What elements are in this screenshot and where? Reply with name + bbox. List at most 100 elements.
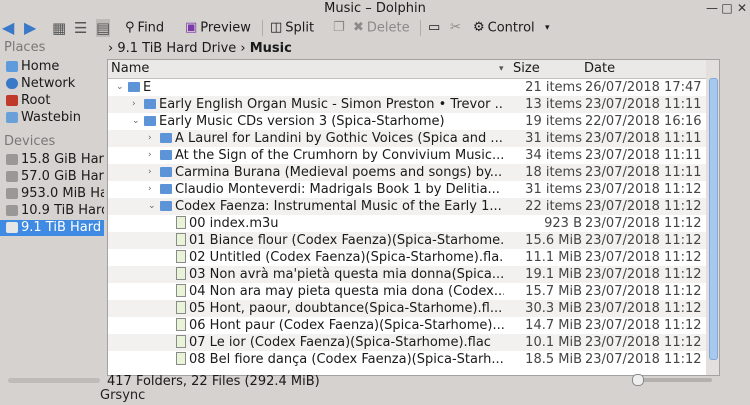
row-date: 23/07/2018 11:12 (585, 335, 702, 350)
breadcrumb-item-parent[interactable]: 9.1 TiB Hard Drive (117, 41, 236, 56)
column-size[interactable]: Size (513, 60, 540, 78)
folder-row[interactable]: ⌄ E 21 items 26/07/2018 17:47 (108, 79, 706, 96)
sidebar-item-device[interactable]: 953.0 MiB Ha (0, 186, 104, 202)
close-button[interactable]: ✕ (734, 1, 750, 16)
sidebar-item-label: 15.8 GiB Har (21, 152, 104, 167)
split-icon: ◫ (270, 20, 283, 35)
taskbar-app[interactable]: Grsync (100, 388, 145, 403)
file-row[interactable]: 06 Hont paur (Codex Faenza)(Spica-Starho… (108, 317, 706, 334)
find-label: Find (137, 20, 165, 36)
find-button[interactable]: ⚲ Find (125, 19, 164, 37)
delete-button[interactable]: ✖ Delete (353, 19, 410, 37)
zoom-slider-knob[interactable] (632, 374, 644, 386)
file-row[interactable]: 08 Bel fiore dança (Codex Faenza)(Spica-… (108, 351, 706, 368)
row-date: 23/07/2018 11:12 (585, 199, 702, 214)
wastebin-icon (6, 112, 18, 123)
audio-file-icon (176, 284, 186, 297)
details-view-icon[interactable]: ▤ (96, 19, 111, 37)
row-name-text: Carmina Burana (Medieval poems and songs… (175, 165, 503, 180)
row-name-text: 06 Hont paur (Codex Faenza)(Spica-Starho… (189, 318, 504, 333)
sort-chevron-icon[interactable]: ▾ (499, 60, 504, 78)
expand-chevron-icon[interactable]: › (148, 130, 152, 147)
split-button[interactable]: ◫ Split (270, 19, 314, 37)
expand-chevron-icon[interactable]: › (148, 147, 152, 164)
row-date: 22/07/2018 16:16 (585, 114, 702, 129)
back-arrow-icon[interactable]: ◀ (2, 19, 14, 37)
file-row[interactable]: 05 Hont, paour, doubtance(Spica-Starhome… (108, 300, 706, 317)
sidebar-item-root[interactable]: Root (0, 93, 104, 109)
row-name-text: 02 Untitled (Codex Faenza)(Spica-Starhom… (189, 250, 504, 265)
sidebar-item-network[interactable]: Network (0, 76, 104, 92)
row-size: 21 items (525, 80, 582, 95)
collapse-chevron-icon[interactable]: ⌄ (116, 79, 124, 96)
chevron-down-icon[interactable]: ▾ (545, 19, 550, 37)
row-name-text: 05 Hont, paour, doubtance(Spica-Starhome… (189, 301, 503, 316)
row-name: Claudio Monteverdi: Madrigals Book 1 by … (160, 181, 504, 198)
file-row[interactable]: 01 Biance flour (Codex Faenza)(Spica-Sta… (108, 232, 706, 249)
scrollbar-thumb[interactable] (709, 78, 718, 360)
forward-arrow-icon[interactable]: ▶ (24, 19, 36, 37)
row-date: 23/07/2018 11:12 (585, 318, 702, 333)
control-button[interactable]: ⚙ Control (473, 19, 535, 37)
folder-icon (160, 201, 172, 211)
file-row[interactable]: 00 index.m3u 923 B 23/07/2018 11:12 (108, 215, 706, 232)
zoom-slider[interactable] (632, 374, 712, 386)
column-date[interactable]: Date (584, 60, 615, 78)
expand-chevron-icon[interactable]: › (132, 96, 136, 113)
sidebar-item-wastebin[interactable]: Wastebin (0, 110, 104, 126)
row-name-text: 07 Le ior (Codex Faenza)(Spica-Starhome)… (189, 335, 491, 350)
row-name: 00 index.m3u (176, 215, 504, 232)
network-icon (6, 78, 18, 89)
minimize-button[interactable]: — (704, 1, 720, 16)
audio-file-icon (176, 216, 186, 229)
folder-row[interactable]: › A Laurel for Landini by Gothic Voices (… (108, 130, 706, 147)
row-size: 923 B (544, 216, 582, 231)
vertical-scrollbar[interactable] (706, 60, 719, 375)
file-row[interactable]: 04 Non ara may pieta questa mia dona (Co… (108, 283, 706, 300)
row-date: 23/07/2018 11:11 (585, 165, 702, 180)
copy-icon[interactable]: ❐ (333, 19, 345, 37)
expand-chevron-icon[interactable]: › (148, 181, 152, 198)
row-name-text: 04 Non ara may pieta questa mia dona (Co… (189, 284, 504, 299)
collapse-chevron-icon[interactable]: ⌄ (132, 113, 140, 130)
compact-view-icon[interactable]: ☰ (74, 19, 87, 37)
paste-icon[interactable]: ▭ (428, 19, 440, 37)
window-title: Music – Dolphin (324, 1, 426, 16)
collapse-chevron-icon[interactable]: ⌄ (148, 198, 156, 215)
folder-icon (144, 99, 156, 109)
expand-chevron-icon[interactable]: › (148, 164, 152, 181)
row-name-text: 08 Bel fiore dança (Codex Faenza)(Spica-… (189, 352, 504, 367)
file-row[interactable]: 03 Non avrà ma'pietà questa mia donna(Sp… (108, 266, 706, 283)
file-row[interactable]: 02 Untitled (Codex Faenza)(Spica-Starhom… (108, 249, 706, 266)
breadcrumb-item-current[interactable]: Music (250, 41, 292, 56)
sidebar-item-device[interactable]: 57.0 GiB Har (0, 169, 104, 185)
folder-row[interactable]: › Claudio Monteverdi: Madrigals Book 1 by… (108, 181, 706, 198)
sidebar-item-label: 953.0 MiB Ha (21, 186, 104, 201)
hard-drive-icon (6, 154, 18, 165)
file-row[interactable]: 07 Le ior (Codex Faenza)(Spica-Starhome)… (108, 334, 706, 351)
sidebar-item-label: 10.9 TiB Hard (21, 203, 104, 218)
folder-row[interactable]: › Early English Organ Music - Simon Prest… (108, 96, 706, 113)
row-size: 30.3 MiB (525, 301, 582, 316)
row-date: 23/07/2018 11:12 (585, 352, 702, 367)
column-name[interactable]: Name (111, 60, 149, 78)
folder-row[interactable]: ⌄ Early Music CDs version 3 (Spica-Starho… (108, 113, 706, 130)
preview-button[interactable]: ▣ Preview (185, 19, 251, 37)
cut-icon[interactable]: ✂ (450, 19, 461, 37)
icons-view-icon[interactable]: ▦ (52, 19, 66, 37)
folder-icon (144, 116, 156, 126)
folder-row[interactable]: ⌄ Codex Faenza: Instrumental Music of the… (108, 198, 706, 215)
maximize-button[interactable]: □ (719, 1, 735, 16)
folder-row[interactable]: › At the Sign of the Crumhorn by Conviviu… (108, 147, 706, 164)
row-name-text: Early English Organ Music - Simon Presto… (159, 97, 504, 112)
sidebar-scrollbar[interactable] (8, 378, 100, 383)
sidebar-item-home[interactable]: Home (0, 59, 104, 75)
row-date: 23/07/2018 11:12 (585, 267, 702, 282)
row-size: 19.1 MiB (525, 267, 582, 282)
row-name-text: Claudio Monteverdi: Madrigals Book 1 by … (175, 182, 500, 197)
sidebar-item-device-selected[interactable]: 9.1 TiB Hard (0, 220, 104, 236)
gear-icon: ⚙ (473, 20, 485, 35)
sidebar-item-device[interactable]: 10.9 TiB Hard (0, 203, 104, 219)
sidebar-item-device[interactable]: 15.8 GiB Har (0, 152, 104, 168)
folder-row[interactable]: › Carmina Burana (Medieval poems and song… (108, 164, 706, 181)
